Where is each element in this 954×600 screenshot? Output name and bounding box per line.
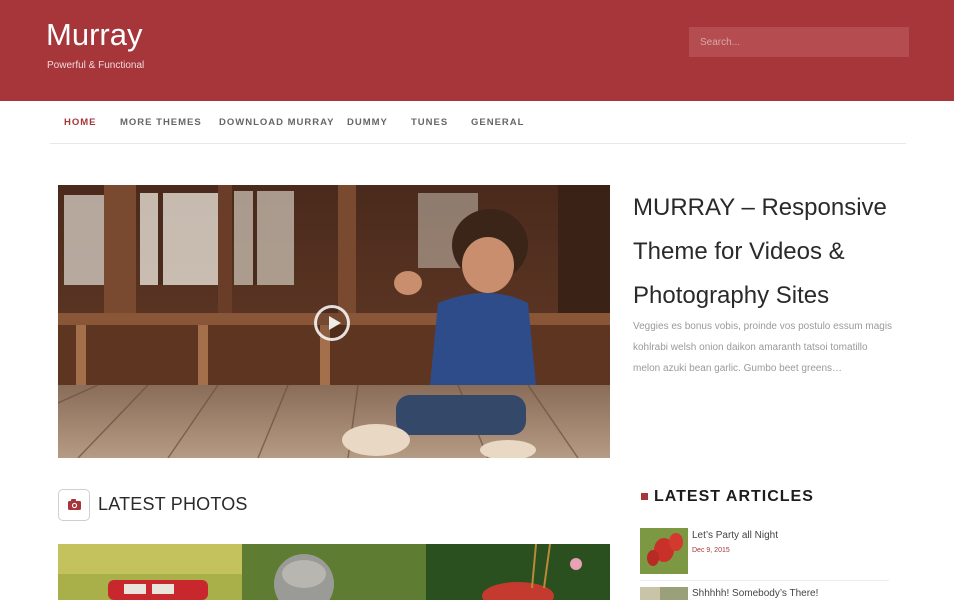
nav-item-more-themes[interactable]: MORE THEMES: [120, 117, 202, 128]
nav-item-general[interactable]: GENERAL: [471, 117, 524, 128]
search-input[interactable]: [689, 27, 909, 57]
play-icon[interactable]: [314, 305, 350, 341]
site-title[interactable]: Murray: [46, 17, 142, 53]
latest-articles-heading: LATEST ARTICLES: [654, 488, 814, 505]
photo-thumbnail[interactable]: [58, 544, 242, 600]
section-marker-icon: [641, 493, 648, 500]
article-date: Dec 9, 2015: [692, 547, 730, 554]
photo-thumbnail[interactable]: [242, 544, 426, 600]
article-title[interactable]: Let’s Party all Night: [692, 530, 778, 541]
article-thumbnail[interactable]: [640, 528, 688, 574]
site-tagline: Powerful & Functional: [47, 60, 145, 71]
article-thumbnail[interactable]: [640, 587, 688, 600]
camera-icon: [58, 489, 90, 521]
nav-item-home[interactable]: HOME: [64, 117, 97, 128]
nav-item-download-murray[interactable]: DOWNLOAD MURRAY: [219, 117, 334, 128]
featured-post-excerpt: Veggies es bonus vobis, proinde vos post…: [633, 321, 893, 374]
main-nav: HOME MORE THEMES DOWNLOAD MURRAY DUMMY T…: [50, 101, 906, 144]
article-divider: [640, 580, 889, 581]
nav-item-dummy[interactable]: DUMMY: [347, 117, 388, 128]
photo-thumbnail[interactable]: [426, 544, 610, 600]
nav-item-tunes[interactable]: TUNES: [411, 117, 448, 128]
site-header: Murray Powerful & Functional: [0, 0, 954, 101]
article-title[interactable]: Shhhhh! Somebody’s There!: [692, 588, 818, 599]
latest-photos-heading: LATEST PHOTOS: [98, 494, 248, 514]
featured-post-title[interactable]: MURRAY – Responsive Theme for Videos & P…: [633, 186, 903, 318]
